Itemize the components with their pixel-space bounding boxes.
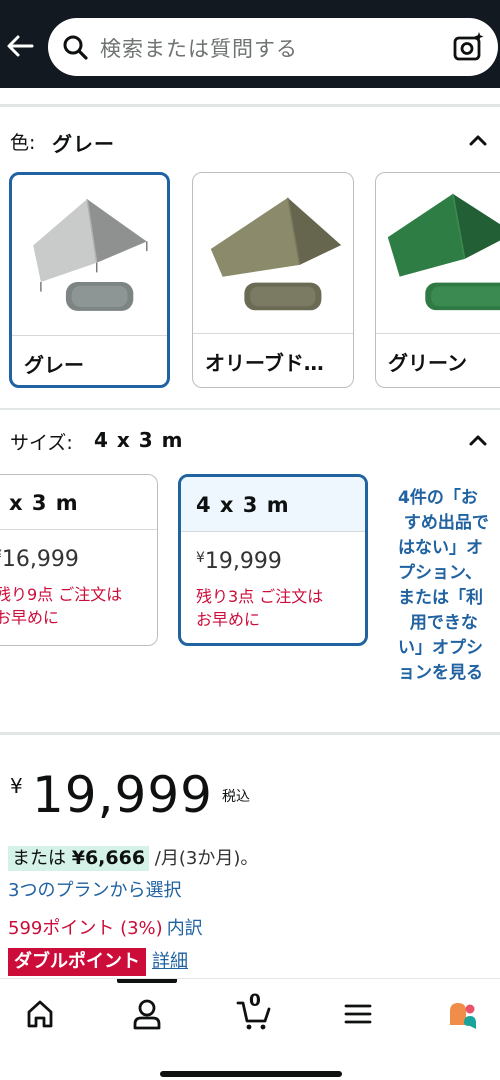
color-option-label: オリーブド… — [205, 351, 324, 375]
size-section-header[interactable]: サイズ: 4 x 3 m — [0, 416, 500, 466]
color-option-gray[interactable]: グレー — [9, 172, 170, 388]
search-bar[interactable]: 検索または質問する — [48, 18, 498, 76]
stock-warning: 残り3点 ご注文は お早めに — [196, 587, 324, 629]
double-points-badge: ダブルポイント — [8, 948, 146, 976]
installment-highlight: または ¥6,666 — [8, 846, 150, 871]
active-tab-indicator — [117, 979, 177, 983]
price-currency: ¥ — [10, 774, 23, 798]
camera-search-icon[interactable] — [452, 30, 486, 64]
color-option-green[interactable]: グリーン — [375, 172, 500, 388]
color-option-olive[interactable]: オリーブド… — [192, 172, 354, 388]
chevron-up-icon[interactable] — [466, 130, 490, 150]
color-label: 色: — [10, 132, 36, 154]
see-other-options-link[interactable]: 4件の「お すめ出品で はない」オ プション、 または「利 用できな い」オプシ… — [398, 486, 500, 686]
selected-size: 4 x 3 m — [94, 428, 184, 452]
menu-icon[interactable] — [342, 997, 374, 1031]
size-label: サイズ: — [10, 432, 73, 454]
home-icon[interactable] — [24, 997, 56, 1031]
points-info: 599ポイント (3%) 内訳 — [8, 914, 203, 940]
size-option-price: ¥16,999 — [0, 547, 79, 572]
tarp-image — [210, 197, 342, 311]
bottom-nav-bar: 0 — [0, 978, 500, 1080]
rufus-icon[interactable] — [446, 997, 478, 1031]
top-bar: 検索または質問する — [0, 0, 500, 88]
search-icon — [63, 35, 88, 60]
stock-warning: 残り9点 ご注文は お早めに — [0, 585, 123, 627]
account-icon[interactable] — [131, 997, 163, 1031]
back-arrow-icon[interactable] — [4, 30, 36, 62]
section-divider — [0, 104, 500, 107]
section-divider — [0, 408, 500, 410]
chevron-up-icon[interactable] — [466, 430, 490, 450]
points-text: 599ポイント (3%) — [8, 918, 163, 939]
points-breakdown-link[interactable]: 内訳 — [167, 918, 203, 939]
section-divider — [0, 732, 500, 735]
selected-color: グレー — [52, 132, 115, 156]
tarp-image — [33, 199, 148, 311]
double-points-row: ダブルポイント 詳細 — [8, 948, 188, 976]
cart-count: 0 — [249, 991, 261, 1011]
size-option-name: 4 x 3 m — [196, 493, 290, 517]
tax-included-label: 税込 — [222, 789, 250, 805]
details-link[interactable]: 詳細 — [152, 948, 188, 976]
size-option-card-selected[interactable]: 4 x 3 m ¥19,999 残り3点 ご注文は お早めに — [178, 474, 368, 646]
search-input[interactable]: 検索または質問する — [100, 33, 298, 63]
plans-link[interactable]: 3つのプランから選択 — [8, 876, 181, 902]
tarp-image — [387, 193, 500, 311]
price-value: 19,999 — [32, 766, 213, 824]
home-indicator — [160, 1071, 342, 1077]
color-option-label: グリーン — [388, 351, 467, 375]
size-option-card[interactable]: x 3 m ¥16,999 残り9点 ご注文は お早めに — [0, 474, 158, 646]
size-option-name: x 3 m — [9, 491, 79, 515]
size-option-price: ¥19,999 — [196, 549, 282, 574]
color-section-header[interactable]: 色: グレー — [0, 116, 500, 166]
color-option-label: グレー — [24, 353, 84, 377]
installment-info: または ¥6,666 /月(3か月)。 — [8, 844, 258, 874]
